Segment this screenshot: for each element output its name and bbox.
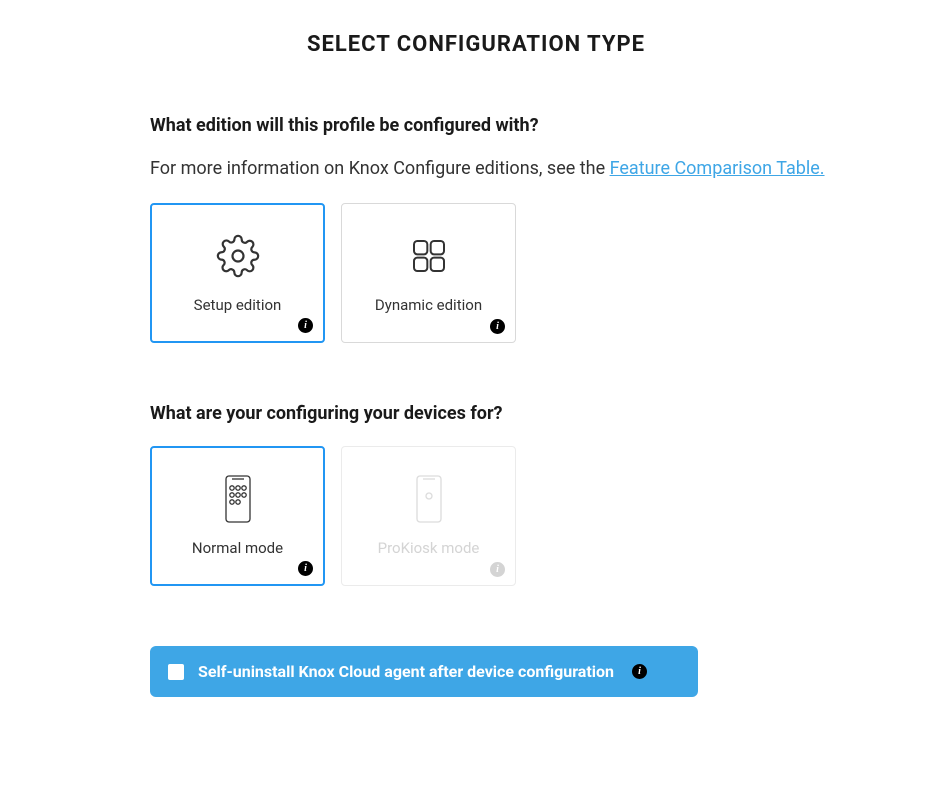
feature-comparison-link[interactable]: Feature Comparison Table. [610, 158, 825, 179]
info-icon: i [490, 562, 505, 577]
mode-question: What are your configuring your devices f… [150, 403, 850, 424]
info-icon[interactable]: i [298, 318, 313, 333]
self-uninstall-banner[interactable]: Self-uninstall Knox Cloud agent after de… [150, 646, 698, 697]
edition-info-text: For more information on Knox Configure e… [150, 158, 610, 179]
edition-card-row: Setup edition i Dynamic edition i [150, 203, 850, 343]
normal-mode-label: Normal mode [192, 539, 283, 557]
grid-icon [409, 232, 449, 280]
self-uninstall-label: Self-uninstall Knox Cloud agent after de… [198, 662, 614, 681]
dynamic-edition-label: Dynamic edition [375, 296, 482, 314]
info-icon[interactable]: i [298, 561, 313, 576]
prokiosk-mode-label: ProKiosk mode [378, 539, 480, 557]
prokiosk-mode-card: ProKiosk mode i [341, 446, 516, 586]
info-icon[interactable]: i [632, 664, 647, 679]
dynamic-edition-card[interactable]: Dynamic edition i [341, 203, 516, 343]
mode-card-row: Normal mode i ProKiosk mode i [150, 446, 850, 586]
normal-mode-card[interactable]: Normal mode i [150, 446, 325, 586]
setup-edition-label: Setup edition [194, 296, 282, 314]
setup-edition-card[interactable]: Setup edition i [150, 203, 325, 343]
phone-apps-icon [220, 475, 256, 523]
gear-icon [216, 232, 260, 280]
edition-info-line: For more information on Knox Configure e… [150, 158, 850, 179]
page-title: SELECT CONFIGURATION TYPE [0, 32, 952, 57]
info-icon[interactable]: i [490, 319, 505, 334]
edition-question: What edition will this profile be config… [150, 115, 850, 136]
self-uninstall-checkbox[interactable] [168, 664, 184, 680]
phone-single-app-icon [411, 475, 447, 523]
